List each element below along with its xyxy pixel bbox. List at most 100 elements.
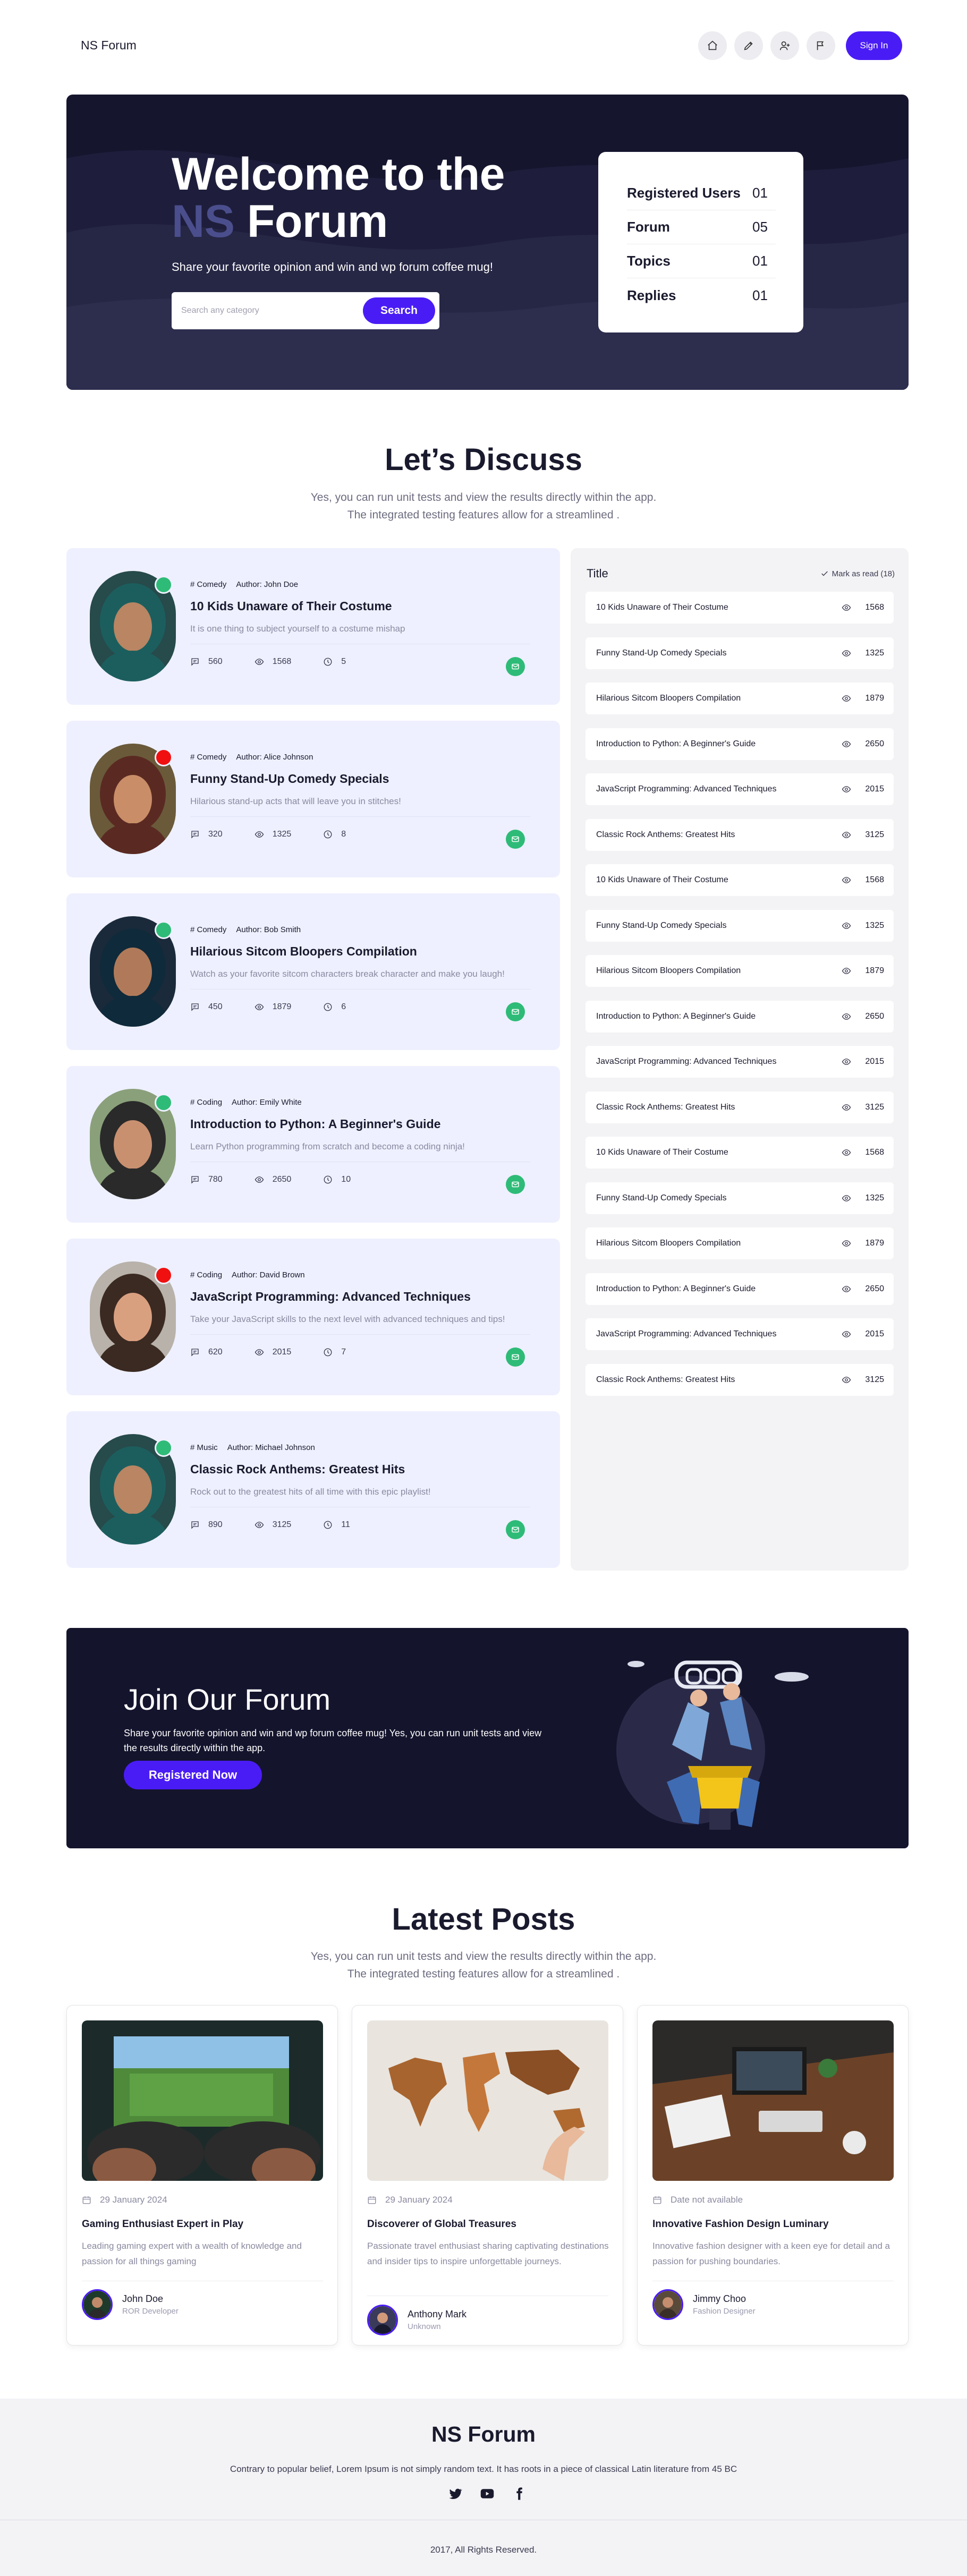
title-list-item[interactable]: Hilarious Sitcom Bloopers Compilation 187… xyxy=(586,683,894,714)
title-list-item[interactable]: Introduction to Python: A Beginner's Gui… xyxy=(586,1000,894,1033)
topic-category[interactable]: # Music xyxy=(190,1443,218,1452)
post-author[interactable]: Anthony Mark Unknown xyxy=(367,2305,466,2335)
comment-count: 450 xyxy=(208,1002,223,1011)
sign-in-button[interactable]: Sign In xyxy=(846,31,902,60)
topic-title[interactable]: JavaScript Programming: Advanced Techniq… xyxy=(190,1290,471,1304)
eye-icon xyxy=(842,1104,851,1111)
post-card[interactable]: 29 January 2024 Gaming Enthusiast Expert… xyxy=(66,2005,338,2345)
eye-icon xyxy=(255,1349,264,1355)
topic-card[interactable]: # Comedy Author: Alice Johnson Funny Stand… xyxy=(66,721,560,877)
post-author[interactable]: John Doe ROR Developer xyxy=(82,2289,179,2320)
brand-logo[interactable]: NS Forum xyxy=(81,38,137,53)
mail-icon xyxy=(512,1354,519,1360)
eye-icon xyxy=(842,877,851,883)
title-list-item[interactable]: Classic Rock Anthems: Greatest Hits 3125 xyxy=(586,818,894,851)
topic-title[interactable]: Introduction to Python: A Beginner's Gui… xyxy=(190,1117,440,1131)
title-list-item[interactable]: Introduction to Python: A Beginner's Gui… xyxy=(586,728,894,760)
view-count: 3125 xyxy=(272,1520,292,1529)
topic-card[interactable]: # Coding Author: David Brown JavaScript Pr… xyxy=(66,1239,560,1395)
title-list-item[interactable]: JavaScript Programming: Advanced Techniq… xyxy=(586,1046,894,1078)
topic-description: Learn Python programming from scratch an… xyxy=(190,1141,465,1151)
youtube-icon[interactable] xyxy=(480,2486,495,2501)
title-list-item-views: 1879 xyxy=(865,694,884,703)
title-list-item[interactable]: 10 Kids Unaware of Their Costume 1568 xyxy=(586,592,894,624)
title-list-item[interactable]: Funny Stand-Up Comedy Specials 1325 xyxy=(586,909,894,942)
topic-divider xyxy=(190,989,530,990)
title-list-item[interactable]: JavaScript Programming: Advanced Techniq… xyxy=(586,1318,894,1350)
title-list-item[interactable]: Classic Rock Anthems: Greatest Hits 3125 xyxy=(586,1091,894,1123)
message-button[interactable] xyxy=(506,1347,525,1367)
register-button[interactable]: Registered Now xyxy=(124,1761,262,1789)
post-author[interactable]: Jimmy Choo Fashion Designer xyxy=(652,2289,756,2320)
comment-count: 620 xyxy=(208,1347,223,1357)
message-button[interactable] xyxy=(506,1520,525,1539)
facebook-icon[interactable] xyxy=(512,2486,527,2501)
topic-card[interactable]: # Coding Author: Emily White Introduction … xyxy=(66,1066,560,1223)
topic-card[interactable]: # Music Author: Michael Johnson Classic Ro… xyxy=(66,1411,560,1568)
topic-title[interactable]: Funny Stand-Up Comedy Specials xyxy=(190,772,389,786)
title-list-item-name: Hilarious Sitcom Bloopers Compilation xyxy=(596,966,741,975)
title-list-item-views: 2650 xyxy=(865,1011,884,1021)
author-role: Unknown xyxy=(408,2322,441,2331)
topic-category[interactable]: # Comedy xyxy=(190,580,226,589)
post-card[interactable]: 29 January 2024 Discoverer of Global Tre… xyxy=(352,2005,623,2345)
mark-as-read-button[interactable]: Mark as read (18) xyxy=(820,569,895,578)
title-list-item[interactable]: Hilarious Sitcom Bloopers Compilation 187… xyxy=(586,955,894,987)
author-name: John Doe xyxy=(122,2293,164,2304)
stat-value: 05 xyxy=(752,219,768,235)
title-list-item[interactable]: Funny Stand-Up Comedy Specials 1325 xyxy=(586,637,894,669)
twitter-icon[interactable] xyxy=(448,2486,463,2501)
flag-icon[interactable] xyxy=(807,31,835,60)
topic-category[interactable]: # Coding xyxy=(190,1270,222,1280)
post-date: 29 January 2024 xyxy=(367,2195,453,2205)
stat-row: Forum 05 xyxy=(627,210,776,244)
footer-brand: NS Forum xyxy=(431,2422,536,2446)
title-list-item-name: Introduction to Python: A Beginner's Gui… xyxy=(596,1011,756,1021)
search-button[interactable]: Search xyxy=(363,297,435,324)
title-list-item[interactable]: Introduction to Python: A Beginner's Gui… xyxy=(586,1273,894,1305)
message-button[interactable] xyxy=(506,1175,525,1194)
topic-meta: # Comedy Author: Bob Smith xyxy=(190,925,310,934)
time-value: 11 xyxy=(341,1520,350,1529)
topic-stats: 560 1568 5 xyxy=(190,657,378,667)
message-button[interactable] xyxy=(506,657,525,676)
topic-card[interactable]: # Comedy Author: Bob Smith Hilarious Sitco… xyxy=(66,893,560,1050)
latest-posts-grid: 29 January 2024 Gaming Enthusiast Expert… xyxy=(66,2005,909,2345)
title-list-item-views: 2015 xyxy=(865,1329,884,1338)
message-button[interactable] xyxy=(506,830,525,849)
pencil-icon[interactable] xyxy=(734,31,763,60)
title-list-item[interactable]: 10 Kids Unaware of Their Costume 1568 xyxy=(586,864,894,896)
topic-card[interactable]: # Comedy Author: John Doe 10 Kids Unaware … xyxy=(66,548,560,705)
title-list-item-name: Hilarious Sitcom Bloopers Compilation xyxy=(596,694,741,703)
home-icon[interactable] xyxy=(698,31,727,60)
post-card[interactable]: Date not available Innovative Fashion De… xyxy=(637,2005,909,2345)
title-list-item[interactable]: Hilarious Sitcom Bloopers Compilation 187… xyxy=(586,1227,894,1259)
title-list-item[interactable]: Funny Stand-Up Comedy Specials 1325 xyxy=(586,1182,894,1214)
topic-title[interactable]: 10 Kids Unaware of Their Costume xyxy=(190,599,392,613)
title-list-item[interactable]: Classic Rock Anthems: Greatest Hits 3125 xyxy=(586,1363,894,1396)
post-title[interactable]: Innovative Fashion Design Luminary xyxy=(652,2219,829,2230)
stat-row: Replies 01 xyxy=(627,278,776,312)
title-list-item-name: 10 Kids Unaware of Their Costume xyxy=(596,1148,728,1157)
post-title[interactable]: Discoverer of Global Treasures xyxy=(367,2219,516,2230)
title-list-item-name: 10 Kids Unaware of Their Costume xyxy=(596,875,728,884)
title-list-item[interactable]: JavaScript Programming: Advanced Techniq… xyxy=(586,773,894,805)
message-button[interactable] xyxy=(506,1002,525,1021)
title-list-item-views: 3125 xyxy=(865,830,884,839)
topic-stats: 320 1325 8 xyxy=(190,830,378,839)
search-input[interactable] xyxy=(181,302,351,319)
comment-icon xyxy=(191,1176,199,1184)
title-list-item[interactable]: 10 Kids Unaware of Their Costume 1568 xyxy=(586,1137,894,1168)
topic-category[interactable]: # Coding xyxy=(190,1098,222,1107)
mark-as-read-label: Mark as read (18) xyxy=(832,569,895,578)
topic-title[interactable]: Hilarious Sitcom Bloopers Compilation xyxy=(190,944,417,959)
eye-icon xyxy=(842,1195,851,1201)
topic-category[interactable]: # Comedy xyxy=(190,753,226,762)
topic-title[interactable]: Classic Rock Anthems: Greatest Hits xyxy=(190,1462,405,1477)
clock-icon xyxy=(324,1521,332,1529)
post-title[interactable]: Gaming Enthusiast Expert in Play xyxy=(82,2219,243,2230)
topic-category[interactable]: # Comedy xyxy=(190,925,226,934)
user-plus-icon[interactable] xyxy=(770,31,799,60)
hero-subtitle: Share your favorite opinion and win and … xyxy=(172,260,493,274)
comment-count: 890 xyxy=(208,1520,223,1529)
